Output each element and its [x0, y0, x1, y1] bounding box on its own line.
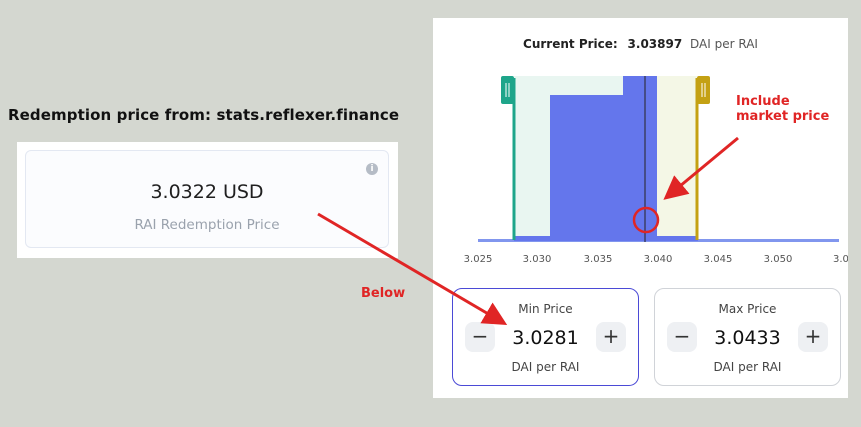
arrow-include	[663, 136, 739, 200]
annotation-arrows	[317, 136, 739, 326]
arrow-below	[317, 212, 508, 326]
